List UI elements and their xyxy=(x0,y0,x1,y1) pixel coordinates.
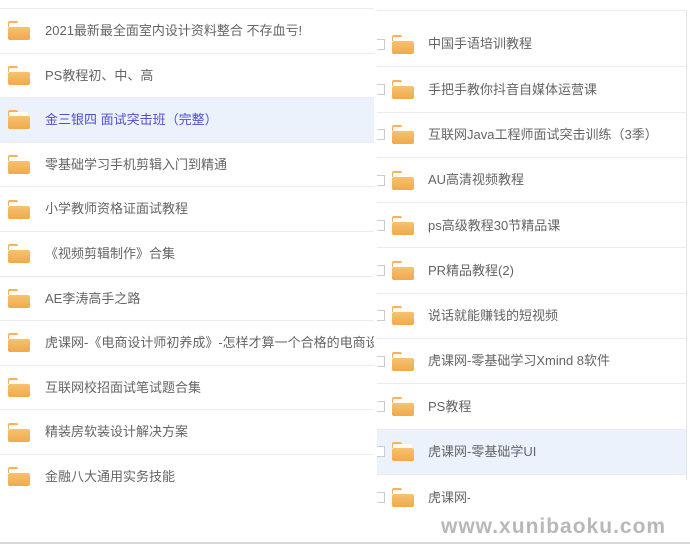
folder-row[interactable]: 虎课网-《电商设计师初养成》-怎样才算一个合格的电商设计师? xyxy=(0,320,374,365)
folder-icon xyxy=(392,442,414,461)
folder-row[interactable]: PS教程初、中、高 xyxy=(0,53,374,98)
folder-row[interactable]: 手把手教你抖音自媒体运营课 xyxy=(377,67,686,112)
folder-row[interactable]: 《视频剪辑制作》合集 xyxy=(0,231,374,276)
folder-icon xyxy=(8,244,30,263)
folder-row[interactable]: 中国手语培训教程 xyxy=(377,22,686,67)
folder-label[interactable]: 2021最新最全面室内设计资料整合 不存血亏! xyxy=(45,23,302,39)
row-checkbox[interactable] xyxy=(377,175,385,186)
folder-row[interactable]: 互联网Java工程师面试突击训练（3季） xyxy=(377,113,686,158)
row-checkbox[interactable] xyxy=(377,492,385,503)
folder-label[interactable]: 金融八大通用实务技能 xyxy=(45,469,175,485)
folder-label[interactable]: 虎课网-零基础学UI xyxy=(428,444,536,460)
folder-row[interactable]: ps高级教程30节精品课 xyxy=(377,203,686,248)
folder-icon xyxy=(392,35,414,54)
folder-row[interactable]: PS教程 xyxy=(377,384,686,429)
folder-row[interactable]: 说话就能赚钱的短视频 xyxy=(377,294,686,339)
folder-icon xyxy=(392,171,414,190)
folder-row[interactable]: 虎课网-零基础学习Xmind 8软件 xyxy=(377,339,686,384)
folder-icon xyxy=(392,306,414,325)
folder-label[interactable]: 《视频剪辑制作》合集 xyxy=(45,246,175,262)
folder-label[interactable]: 金三银四 面试突击班（完整） xyxy=(45,112,218,128)
folder-label[interactable]: 精装房软装设计解决方案 xyxy=(45,424,188,440)
folder-label[interactable]: PS教程 xyxy=(428,399,471,415)
row-checkbox[interactable] xyxy=(377,356,385,367)
row-checkbox[interactable] xyxy=(377,84,385,95)
folder-icon xyxy=(8,467,30,486)
folder-row[interactable]: 虎课网-零基础学UI xyxy=(377,430,686,475)
folder-row[interactable]: 精装房软装设计解决方案 xyxy=(0,409,374,454)
folder-icon xyxy=(8,333,30,352)
folder-icon xyxy=(8,423,30,442)
folder-label[interactable]: 手把手教你抖音自媒体运营课 xyxy=(428,82,597,98)
folder-icon xyxy=(392,261,414,280)
row-checkbox[interactable] xyxy=(377,310,385,321)
folder-icon xyxy=(8,66,30,85)
folder-label[interactable]: 虎课网-零基础学习Xmind 8软件 xyxy=(428,353,610,369)
folder-icon xyxy=(8,155,30,174)
folder-icon xyxy=(392,125,414,144)
folder-icon xyxy=(8,21,30,40)
folder-row[interactable]: 小学教师资格证面试教程 xyxy=(0,186,374,231)
folder-row[interactable]: 2021最新最全面室内设计资料整合 不存血亏! xyxy=(0,8,374,53)
left-folder-list: 2021最新最全面室内设计资料整合 不存血亏! PS教程初、中、高金三银四 面试突… xyxy=(0,8,374,499)
row-checkbox[interactable] xyxy=(377,39,385,50)
row-checkbox[interactable] xyxy=(377,265,385,276)
folder-label[interactable]: AE李涛高手之路 xyxy=(45,291,140,307)
folder-icon xyxy=(392,488,414,507)
folder-row[interactable]: 互联网校招面试笔试题合集 xyxy=(0,365,374,410)
folder-icon xyxy=(8,200,30,219)
folder-icon xyxy=(8,289,30,308)
folder-row[interactable]: 金融八大通用实务技能 xyxy=(0,454,374,499)
folder-label[interactable]: 虎课网-《电商设计师初养成》-怎样才算一个合格的电商设计师? xyxy=(45,335,374,351)
folder-label[interactable]: 中国手语培训教程 xyxy=(428,36,532,52)
folder-label[interactable]: 说话就能赚钱的短视频 xyxy=(428,308,558,324)
folder-icon xyxy=(392,397,414,416)
folder-label[interactable]: PR精品教程(2) xyxy=(428,263,514,279)
row-checkbox[interactable] xyxy=(377,129,385,140)
folder-label[interactable]: 零基础学习手机剪辑入门到精通 xyxy=(45,157,227,173)
row-checkbox[interactable] xyxy=(377,446,385,457)
folder-label[interactable]: PS教程初、中、高 xyxy=(45,68,153,84)
folder-row[interactable]: AU高清视频教程 xyxy=(377,158,686,203)
folder-label[interactable]: 互联网Java工程师面试突击训练（3季） xyxy=(428,127,658,143)
row-checkbox[interactable] xyxy=(377,220,385,231)
folder-row[interactable]: 金三银四 面试突击班（完整） xyxy=(0,97,374,142)
right-folder-list: 中国手语培训教程手把手教你抖音自媒体运营课互联网Java工程师面试突击训练（3季… xyxy=(377,10,687,520)
folder-row[interactable]: PR精品教程(2) xyxy=(377,248,686,293)
folder-label[interactable]: ps高级教程30节精品课 xyxy=(428,218,560,234)
folder-icon xyxy=(8,110,30,129)
folder-icon xyxy=(392,352,414,371)
folder-label[interactable]: 互联网校招面试笔试题合集 xyxy=(45,380,201,396)
bottom-border xyxy=(0,542,690,544)
folder-row[interactable]: AE李涛高手之路 xyxy=(0,276,374,321)
folder-icon xyxy=(8,378,30,397)
row-checkbox[interactable] xyxy=(377,401,385,412)
folder-icon xyxy=(392,216,414,235)
folder-label[interactable]: AU高清视频教程 xyxy=(428,172,524,188)
watermark: www.xunibaoku.com xyxy=(441,515,666,539)
folder-icon xyxy=(392,80,414,99)
folder-row[interactable]: 零基础学习手机剪辑入门到精通 xyxy=(0,142,374,187)
folder-label[interactable]: 小学教师资格证面试教程 xyxy=(45,201,188,217)
